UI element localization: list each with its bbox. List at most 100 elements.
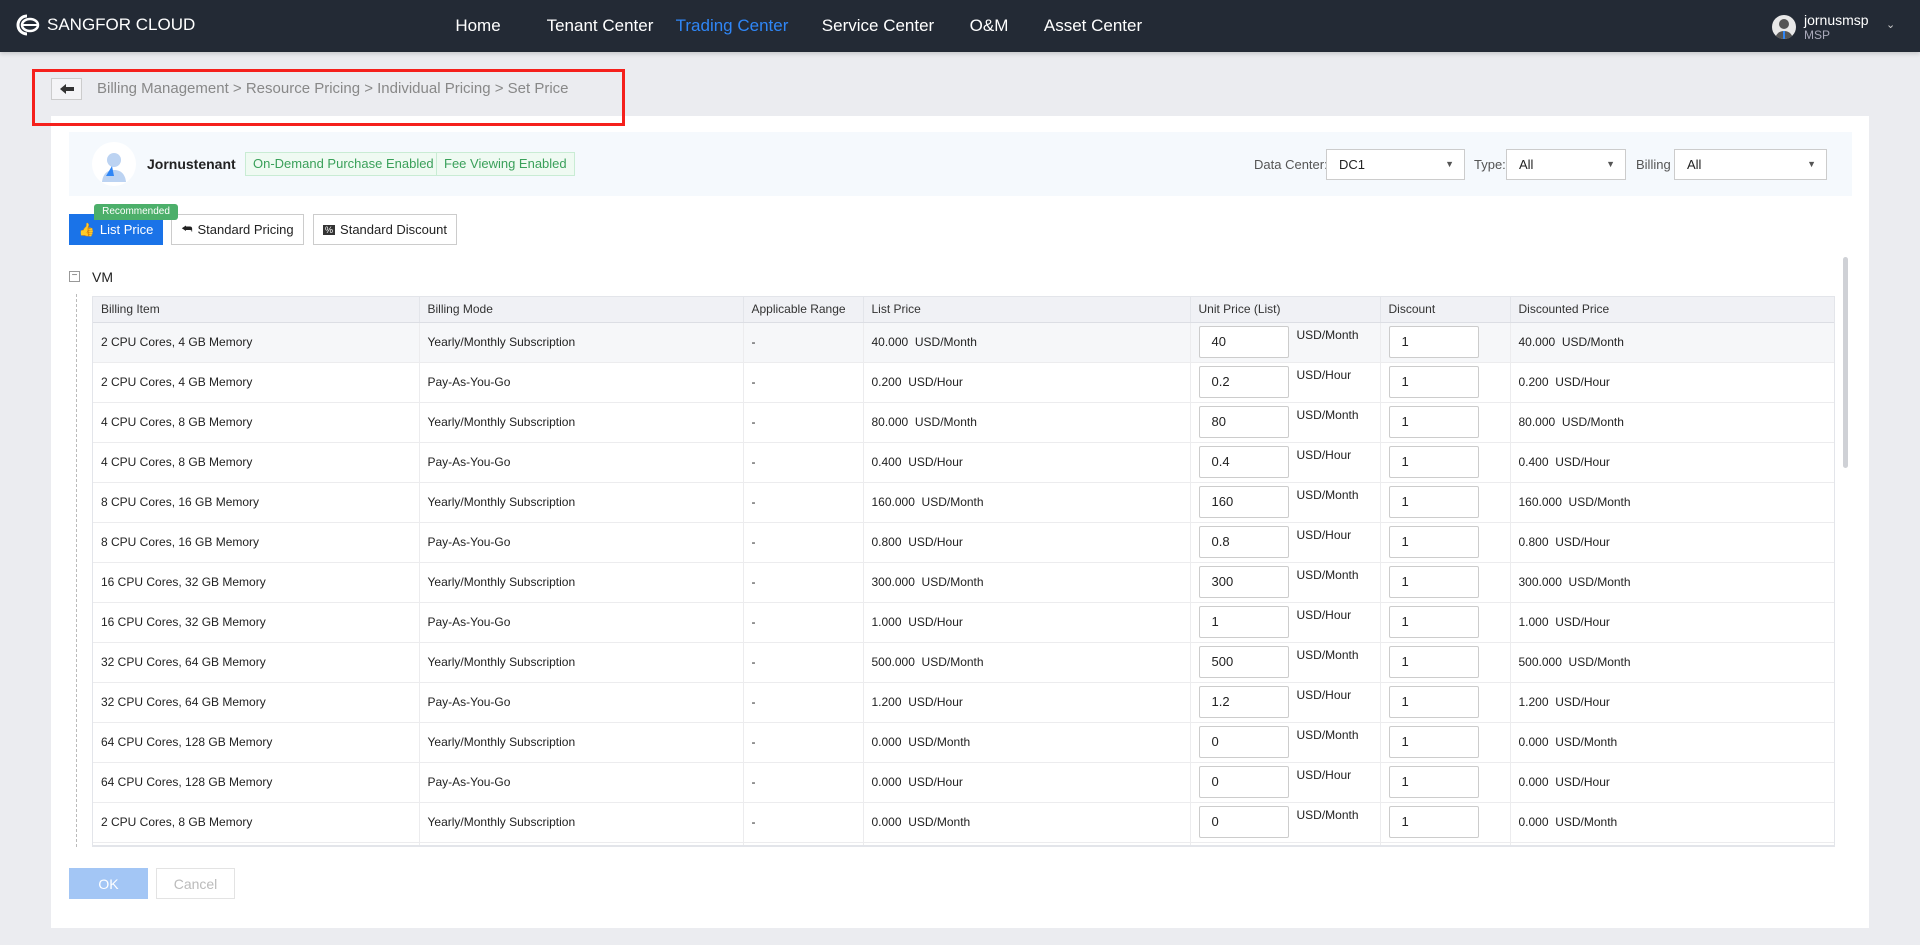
discount-input[interactable]: 1 (1388, 566, 1479, 598)
unit-price-input[interactable]: 500 (1198, 646, 1289, 678)
scrollbar[interactable] (1843, 257, 1848, 468)
unit-price-input[interactable]: 300 (1198, 566, 1289, 598)
unit-price-input[interactable]: 1.2 (1198, 686, 1289, 718)
unit-price-input[interactable]: 0 (1198, 726, 1289, 758)
billing-item: 32 CPU Cores, 64 GB Memory (93, 642, 420, 683)
cell (1510, 842, 1834, 845)
discount-input[interactable]: 1 (1388, 486, 1479, 518)
billing-mode-select[interactable]: All ▼ (1674, 149, 1827, 180)
caret-down-icon: ▼ (1445, 159, 1454, 169)
discounted-price: 1.200 USD/Hour (1510, 682, 1834, 723)
billing-item: 4 CPU Cores, 8 GB Memory (93, 442, 420, 483)
billing-item: 2 CPU Cores, 8 GB Memory (93, 802, 420, 843)
unit-price-cell: 0 USD/Hour (1190, 762, 1381, 803)
table-row: 4 CPU Cores, 8 GB Memory Yearly/Monthly … (93, 402, 1834, 443)
logo[interactable]: SANGFOR CLOUD (13, 13, 195, 37)
unit-label: USD/Month (1296, 408, 1359, 422)
chevron-down-icon[interactable]: ⌄ (1886, 18, 1895, 31)
ok-button[interactable]: OK (69, 868, 148, 899)
standard-discount-button[interactable]: % Standard Discount (313, 214, 457, 245)
discount-cell: 1 (1380, 802, 1511, 843)
unit-label: USD/Hour (1296, 608, 1352, 622)
billing-mode: Yearly/Monthly Subscription (419, 802, 744, 843)
standard-pricing-label: Standard Pricing (197, 222, 294, 237)
data-center-label: Data Center: (1254, 157, 1328, 172)
unit-price-input[interactable]: 1 (1198, 606, 1289, 638)
back-button[interactable] (51, 78, 82, 100)
table-row: 16 CPU Cores, 32 GB Memory Pay-As-You-Go… (93, 602, 1834, 643)
nav-service-center[interactable]: Service Center (822, 0, 934, 52)
recommended-badge: Recommended (94, 204, 178, 220)
discounted-price: 500.000 USD/Month (1510, 642, 1834, 683)
discount-cell: 1 (1380, 522, 1511, 563)
billing-mode: Yearly/Monthly Subscription (419, 402, 744, 443)
discount-input[interactable]: 1 (1388, 446, 1479, 478)
discounted-price: 0.000 USD/Month (1510, 722, 1834, 763)
nav-trading-center[interactable]: Trading Center (676, 0, 789, 52)
unit-price-input[interactable]: 0.4 (1198, 446, 1289, 478)
unit-price-input[interactable]: 0.8 (1198, 526, 1289, 558)
unit-price-input[interactable]: 40 (1198, 326, 1289, 358)
caret-down-icon: ▼ (1807, 159, 1816, 169)
discount-input[interactable]: 1 (1388, 326, 1479, 358)
applicable-range: - (743, 762, 864, 803)
unit-price-input[interactable] (1199, 846, 1289, 847)
fee-viewing-tag: Fee Viewing Enabled (436, 152, 575, 176)
discount-input[interactable]: 1 (1388, 646, 1479, 678)
nav-tenant-center[interactable]: Tenant Center (547, 0, 654, 52)
data-center-value: DC1 (1339, 157, 1366, 172)
unit-price-input[interactable]: 80 (1198, 406, 1289, 438)
unit-price-input[interactable]: 0 (1198, 766, 1289, 798)
billing-item: 64 CPU Cores, 128 GB Memory (93, 762, 420, 803)
billing-item: 2 CPU Cores, 4 GB Memory (93, 362, 420, 403)
discount-input[interactable]: 1 (1388, 726, 1479, 758)
discount-input[interactable] (1389, 846, 1479, 847)
nav-home[interactable]: Home (455, 0, 500, 52)
discount-input[interactable]: 1 (1388, 366, 1479, 398)
discount-ticket-icon: % (323, 224, 336, 235)
table-row: 4 CPU Cores, 8 GB Memory Pay-As-You-Go -… (93, 442, 1834, 483)
nav-asset-center[interactable]: Asset Center (1044, 0, 1142, 52)
discount-input[interactable]: 1 (1388, 606, 1479, 638)
unit-label: USD/Hour (1296, 368, 1352, 382)
list-price: 500.000 USD/Month (863, 642, 1191, 683)
billing-item: 8 CPU Cores, 16 GB Memory (93, 482, 420, 523)
unit-price-cell: 0.2 USD/Hour (1190, 362, 1381, 403)
arrow-left-icon (59, 84, 74, 94)
col-billing-mode: Billing Mode (419, 297, 744, 323)
user-avatar-icon (1772, 15, 1796, 39)
unit-price-input[interactable]: 0 (1198, 806, 1289, 838)
discount-input[interactable]: 1 (1388, 686, 1479, 718)
unit-price-input[interactable]: 0.2 (1198, 366, 1289, 398)
unit-price-input[interactable]: 160 (1198, 486, 1289, 518)
applicable-range: - (743, 482, 864, 523)
caret-down-icon: ▼ (1606, 159, 1615, 169)
table-row: 8 CPU Cores, 16 GB Memory Yearly/Monthly… (93, 482, 1834, 523)
cancel-button[interactable]: Cancel (156, 868, 235, 899)
applicable-range: - (743, 522, 864, 563)
discount-input[interactable]: 1 (1388, 526, 1479, 558)
user-menu[interactable]: jornusmsp MSP (1772, 12, 1869, 42)
discount-cell: 1 (1380, 602, 1511, 643)
billing-mode: Pay-As-You-Go (419, 602, 744, 643)
collapse-toggle-icon[interactable]: − (69, 271, 80, 282)
discount-input[interactable]: 1 (1388, 406, 1479, 438)
unit-price-cell: 40 USD/Month (1190, 322, 1381, 363)
cell (419, 842, 744, 845)
type-value: All (1519, 157, 1534, 172)
list-price: 80.000 USD/Month (863, 402, 1191, 443)
col-unit-price: Unit Price (List) (1190, 297, 1381, 323)
data-center-select[interactable]: DC1 ▼ (1326, 149, 1465, 180)
list-price: 0.200 USD/Hour (863, 362, 1191, 403)
discounted-price: 1.000 USD/Hour (1510, 602, 1834, 643)
nav-om[interactable]: O&M (970, 0, 1009, 52)
list-price: 0.000 USD/Month (863, 722, 1191, 763)
discount-cell: 1 (1380, 402, 1511, 443)
standard-pricing-button[interactable]: ⮪ Standard Pricing (171, 214, 304, 245)
list-price: 1.200 USD/Hour (863, 682, 1191, 723)
table-row: 64 CPU Cores, 128 GB Memory Yearly/Month… (93, 722, 1834, 763)
discount-cell: 1 (1380, 442, 1511, 483)
discount-input[interactable]: 1 (1388, 766, 1479, 798)
type-select[interactable]: All ▼ (1506, 149, 1626, 180)
discount-input[interactable]: 1 (1388, 806, 1479, 838)
